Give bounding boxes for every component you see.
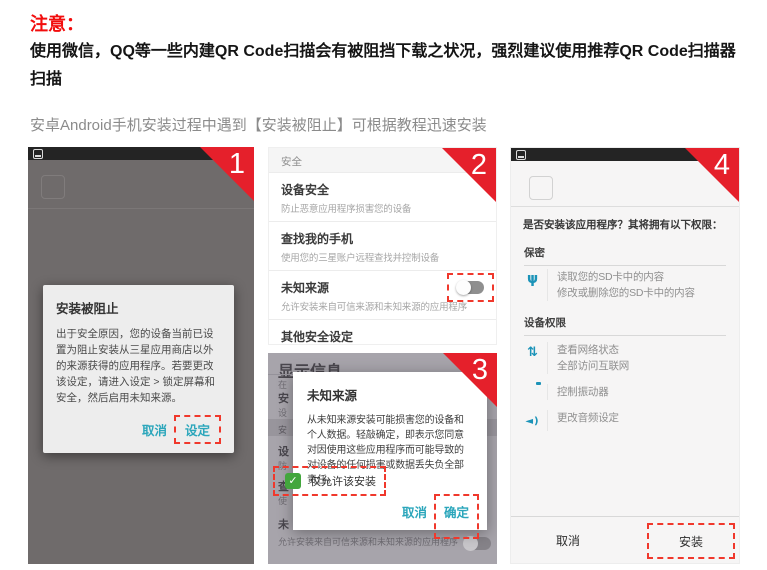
dialog-body: 出于安全原因，您的设备当前已设置为阻止安装从三星应用商店以外的来源获得的应用程序… (56, 326, 221, 406)
item-subtitle: 防止恶意应用程序损害您的设备 (281, 201, 484, 215)
notification-icon (516, 150, 526, 160)
permission-row: 读取您的SD卡中的内容 修改或删除您的SD卡中的内容 (524, 269, 729, 301)
permission-list: 读取您的SD卡中的内容 修改或删除您的SD卡中的内容 (524, 269, 729, 301)
screenshot-step3: 显示信息 在 安 设 安 设 防 查 使 未 允许安装来自可信来源和未知来源的应… (268, 353, 497, 564)
step-number: 3 (472, 354, 488, 387)
dialog-buttons: 取消 确定 (402, 494, 479, 539)
highlight-box: 安装 (647, 523, 735, 559)
install-prompt-title: 是否安装该应用程序？其将拥有以下权限： (523, 217, 723, 232)
permission-row: 更改音频设定 (524, 410, 729, 431)
step-corner-badge (442, 148, 496, 202)
settings-item-other-security[interactable]: 其他安全设定 更改安全更新和证书存储等其他安全设定 (269, 319, 496, 345)
install-cell: 安装 (625, 517, 739, 563)
bg-item-title: 设 (278, 443, 289, 459)
permission-text: 读取您的SD卡中的内容 修改或删除您的SD卡中的内容 (557, 269, 695, 301)
app-icon-placeholder (41, 175, 65, 199)
subtitle-text: 安卓Android手机安装过程中遇到【安装被阻止】可根据教程迅速安装 (30, 114, 487, 135)
permission-list: 查看网络状态 全部访问互联网 控制振动器 更改音频设定 (524, 342, 729, 441)
cancel-cell: 取消 (511, 517, 625, 563)
screenshot-step1: 1 4G 7: 安装被阻止 出于安全原因，您的设备当前已设置为阻止安装从三星应用… (28, 147, 254, 564)
install-blocked-dialog: 安装被阻止 出于安全原因，您的设备当前已设置为阻止安装从三星应用商店以外的来源获… (43, 285, 234, 453)
item-title: 查找我的手机 (281, 230, 484, 247)
cancel-button[interactable]: 取消 (402, 502, 427, 521)
bg-item-title: 安 (278, 390, 289, 406)
vibration-icon (524, 384, 548, 400)
checkbox-checked-icon[interactable] (285, 473, 301, 489)
permission-row: 控制振动器 (524, 384, 729, 400)
permission-text: 查看网络状态 全部访问互联网 (557, 342, 629, 374)
install-button[interactable]: 安装 (679, 533, 703, 550)
speaker-icon (524, 410, 548, 431)
step-corner-badge (685, 148, 739, 202)
screenshot-step4: 1 4G 7: 是否安装该应用程序？其将拥有以下权限： 保密 读取您的SD卡中的… (510, 147, 740, 564)
section-privacy: 保密 (524, 245, 726, 266)
usb-icon (524, 269, 548, 301)
notification-icon (33, 149, 43, 159)
highlight-box: 设定 (174, 415, 221, 444)
unknown-sources-toggle[interactable] (457, 281, 484, 294)
highlight-box (447, 273, 494, 302)
permission-row: 查看网络状态 全部访问互联网 (524, 342, 729, 374)
screenshot-step2: 安全 设备安全 防止恶意应用程序损害您的设备 查找我的手机 使用您的三星账户远程… (268, 147, 497, 345)
settings-item-unknown-sources[interactable]: 未知来源 允许安装来自可信来源和未知来源的应用程序 (269, 270, 496, 319)
bottom-button-bar: 取消 安装 (511, 516, 739, 563)
checkbox-label: 仅允许该安装 (310, 473, 376, 489)
step-corner-badge (443, 353, 497, 407)
section-device-permissions: 设备权限 (524, 315, 726, 336)
app-icon-placeholder (529, 176, 553, 200)
bg-section-label: 安 (278, 423, 287, 436)
dialog-title: 安装被阻止 (56, 298, 221, 317)
step-number: 2 (471, 149, 487, 182)
bg-item-title: 未 (278, 516, 289, 532)
cancel-button[interactable]: 取消 (142, 420, 167, 439)
permission-text: 更改音频设定 (557, 410, 619, 426)
highlight-box: 仅允许该安装 (273, 466, 386, 496)
cancel-button[interactable]: 取消 (556, 532, 580, 549)
item-title: 其他安全设定 (281, 328, 484, 345)
step-corner-badge (200, 147, 254, 201)
ok-button[interactable]: 确定 (444, 506, 469, 520)
step-number: 4 (714, 149, 730, 182)
divider (511, 206, 739, 207)
settings-item-find-my-mobile[interactable]: 查找我的手机 使用您的三星账户远程查找并控制设备 (269, 221, 496, 270)
highlight-box: 确定 (434, 494, 479, 539)
divider (28, 208, 254, 209)
notice-title: 注意： (30, 10, 84, 36)
item-subtitle: 使用您的三星账户远程查找并控制设备 (281, 250, 484, 264)
network-arrows-icon (524, 342, 548, 374)
lead-text: 使用微信，QQ等一些内建QR Code扫描会有被阻挡下载之状况，强烈建议使用推荐… (30, 38, 746, 94)
step-number: 1 (229, 148, 245, 181)
settings-button[interactable]: 设定 (185, 420, 210, 439)
dialog-buttons: 取消 设定 (56, 415, 221, 444)
bg-item-subtitle: 设 (278, 406, 287, 419)
permission-text: 控制振动器 (557, 384, 609, 400)
